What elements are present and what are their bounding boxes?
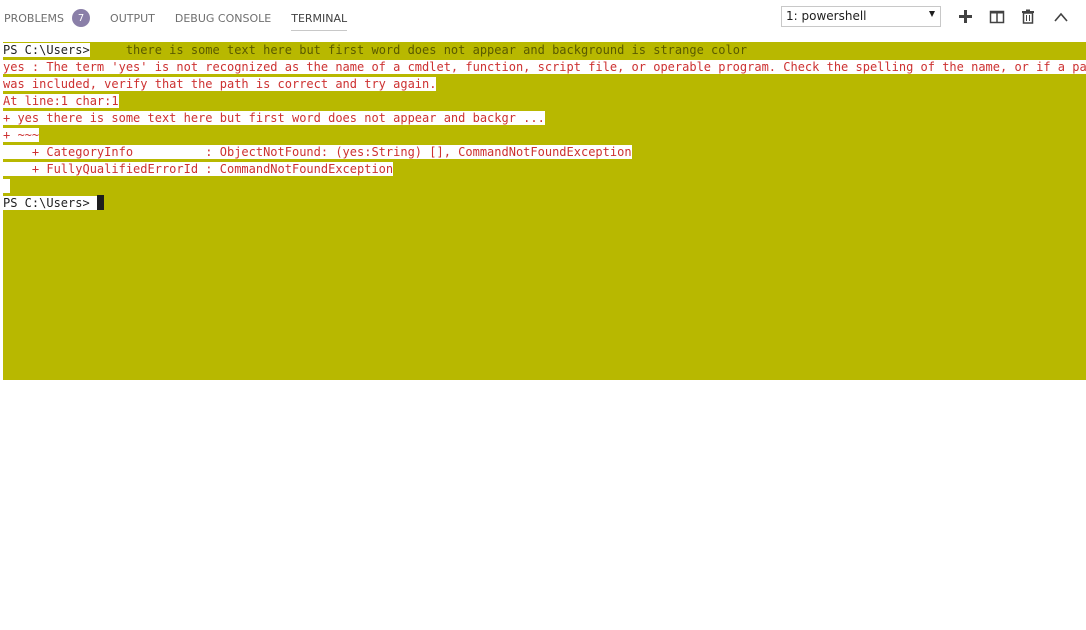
error-text: At line:1 char:1 — [3, 94, 119, 108]
terminal-line: At line:1 char:1 — [3, 93, 1086, 110]
terminal-line: PS C:\Users> — [3, 195, 1086, 212]
terminal-line: + yes there is some text here but first … — [3, 110, 1086, 127]
error-text: + CategoryInfo : ObjectNotFound: (yes:St… — [3, 145, 632, 159]
plus-icon — [959, 10, 972, 23]
tab-debug-console[interactable]: DEBUG CONSOLE — [175, 0, 271, 36]
maximize-panel-button[interactable] — [1052, 7, 1070, 27]
problems-count-badge: 7 — [72, 9, 91, 27]
terminal-line: yes : The term 'yes' is not recognized a… — [3, 59, 1086, 76]
prompt-text: PS C:\Users> — [3, 43, 90, 57]
error-text: + ~~~ — [3, 128, 40, 142]
terminal-line: + FullyQualifiedErrorId : CommandNotFoun… — [3, 161, 1086, 178]
terminal-select-value: 1: powershell — [786, 9, 867, 23]
tab-terminal-label: TERMINAL — [291, 11, 348, 25]
split-terminal-button[interactable] — [988, 7, 1006, 27]
chevron-up-icon — [1054, 12, 1068, 22]
terminal-line: + CategoryInfo : ObjectNotFound: (yes:St… — [3, 144, 1086, 161]
tab-output-label: OUTPUT — [110, 11, 155, 25]
error-text: was included, verify that the path is co… — [3, 77, 437, 91]
terminal-line: was included, verify that the path is co… — [3, 76, 1086, 93]
split-terminal-icon — [989, 10, 1005, 24]
terminal-line: PS C:\Users> there is some text here but… — [3, 42, 1086, 59]
command-text: there is some text here but first word d… — [89, 43, 748, 57]
new-terminal-button[interactable] — [956, 7, 974, 27]
error-text: yes : The term 'yes' is not recognized a… — [3, 60, 1086, 74]
tab-terminal[interactable]: TERMINAL — [291, 0, 347, 36]
terminal-output[interactable]: PS C:\Users> there is some text here but… — [3, 42, 1086, 380]
kill-terminal-button[interactable] — [1019, 7, 1037, 27]
terminal-select[interactable]: 1: powershell — [781, 6, 941, 27]
error-text: + FullyQualifiedErrorId : CommandNotFoun… — [3, 162, 394, 176]
terminal-line — [3, 178, 1086, 195]
tab-output[interactable]: OUTPUT — [110, 0, 155, 36]
tab-problems[interactable]: PROBLEMS 7 — [4, 0, 91, 36]
error-text — [3, 179, 11, 193]
terminal-cursor — [96, 195, 104, 210]
tab-problems-label: PROBLEMS — [4, 11, 65, 25]
panel-header: PROBLEMS 7 OUTPUT DEBUG CONSOLE TERMINAL… — [0, 0, 1086, 36]
trash-icon — [1022, 9, 1034, 24]
terminal-line: + ~~~ — [3, 127, 1086, 144]
panel-tabs: PROBLEMS 7 OUTPUT DEBUG CONSOLE TERMINAL — [4, 0, 367, 36]
tab-debug-console-label: DEBUG CONSOLE — [174, 11, 272, 25]
dropdown-arrow-icon — [929, 11, 935, 17]
prompt-text: PS C:\Users> — [3, 196, 97, 210]
error-text: + yes there is some text here but first … — [3, 111, 545, 125]
